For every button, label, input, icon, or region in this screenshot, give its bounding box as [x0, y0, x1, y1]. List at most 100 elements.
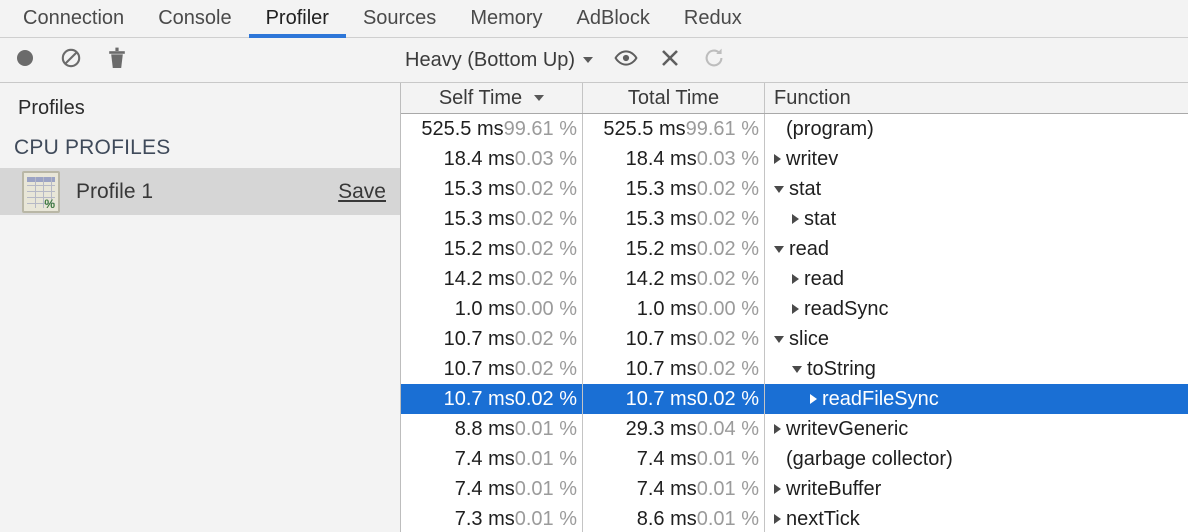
exclude-selected-button[interactable]: [655, 45, 685, 75]
cell-function: readSync: [765, 294, 1188, 324]
total-time-ms: 7.4 ms: [637, 448, 697, 471]
save-profile-link[interactable]: Save: [338, 180, 386, 204]
tab-memory[interactable]: Memory: [453, 0, 559, 37]
delete-profile-button[interactable]: [102, 45, 132, 75]
table-row[interactable]: 7.4 ms0.01 %7.4 ms0.01 %writeBuffer: [401, 474, 1188, 504]
cell-total-time: 15.3 ms0.02 %: [583, 174, 765, 204]
tab-label: Redux: [684, 7, 742, 30]
restore-all-button[interactable]: [699, 45, 729, 75]
sidebar-item-profile-1[interactable]: % Profile 1 Save: [0, 168, 400, 215]
total-time-percent: 0.02 %: [697, 388, 759, 411]
cell-function: (program): [765, 114, 1188, 144]
disclosure-triangle-right-icon[interactable]: [792, 214, 799, 224]
function-name: read: [804, 268, 844, 291]
cell-function: read: [765, 234, 1188, 264]
table-row[interactable]: 10.7 ms0.02 %10.7 ms0.02 %toString: [401, 354, 1188, 384]
total-time-percent: 0.02 %: [697, 358, 759, 381]
tab-label: Connection: [23, 7, 124, 30]
cell-self-time: 1.0 ms0.00 %: [401, 294, 583, 324]
devtools-window: Connection ConsoleProfilerSourcesMemoryAd…: [0, 0, 1188, 532]
self-time-ms: 7.4 ms: [455, 478, 515, 501]
cell-self-time: 15.3 ms0.02 %: [401, 174, 583, 204]
disclosure-triangle-right-icon[interactable]: [792, 274, 799, 284]
column-header-function[interactable]: Function: [765, 83, 1188, 113]
table-row[interactable]: 14.2 ms0.02 %14.2 ms0.02 %read: [401, 264, 1188, 294]
total-time-percent: 0.01 %: [697, 448, 759, 471]
sidebar-section-cpu-profiles: CPU PROFILES: [0, 132, 400, 168]
table-row[interactable]: 18.4 ms0.03 %18.4 ms0.03 %writev: [401, 144, 1188, 174]
self-time-percent: 0.01 %: [515, 478, 577, 501]
record-button[interactable]: [10, 45, 40, 75]
table-row[interactable]: 10.7 ms0.02 %10.7 ms0.02 %readFileSync: [401, 384, 1188, 414]
table-row[interactable]: 10.7 ms0.02 %10.7 ms0.02 %slice: [401, 324, 1188, 354]
total-time-ms: 15.2 ms: [626, 238, 697, 261]
disclosure-triangle-down-icon[interactable]: [774, 336, 784, 343]
total-time-ms: 10.7 ms: [626, 358, 697, 381]
cell-total-time: 15.3 ms0.02 %: [583, 204, 765, 234]
chevron-down-icon: [583, 57, 593, 63]
sort-descending-icon: [534, 95, 544, 101]
total-time-percent: 99.61 %: [686, 118, 759, 141]
table-row[interactable]: 1.0 ms0.00 %1.0 ms0.00 %readSync: [401, 294, 1188, 324]
table-row[interactable]: 15.3 ms0.02 %15.3 ms0.02 %stat: [401, 204, 1188, 234]
disclosure-triangle-right-icon[interactable]: [774, 514, 781, 524]
view-mode-dropdown[interactable]: Heavy (Bottom Up): [405, 49, 593, 72]
disclosure-triangle-down-icon[interactable]: [792, 366, 802, 373]
total-time-ms: 15.3 ms: [626, 208, 697, 231]
profile-data-grid: Self Time Total Time Function 525.5 ms99…: [401, 83, 1188, 532]
disclosure-triangle-right-icon[interactable]: [774, 154, 781, 164]
self-time-ms: 10.7 ms: [444, 388, 515, 411]
self-time-header-label: Self Time: [439, 87, 522, 110]
table-row[interactable]: 15.2 ms0.02 %15.2 ms0.02 %read: [401, 234, 1188, 264]
tab-connection[interactable]: Connection: [6, 0, 141, 37]
tab-profiler[interactable]: Profiler: [249, 0, 346, 37]
toolbar-right-icons: [611, 45, 729, 75]
cell-total-time: 18.4 ms0.03 %: [583, 144, 765, 174]
function-name: (garbage collector): [786, 448, 953, 471]
disclosure-triangle-down-icon[interactable]: [774, 246, 784, 253]
disclosure-triangle-down-icon[interactable]: [774, 186, 784, 193]
cell-self-time: 15.2 ms0.02 %: [401, 234, 583, 264]
cell-total-time: 8.6 ms0.01 %: [583, 504, 765, 532]
cell-function: nextTick: [765, 504, 1188, 532]
cell-function: writev: [765, 144, 1188, 174]
trash-icon: [107, 47, 127, 74]
column-header-total-time[interactable]: Total Time: [583, 83, 765, 113]
percent-glyph: %: [44, 198, 55, 210]
function-name: writev: [786, 148, 838, 171]
tab-console[interactable]: Console: [141, 0, 248, 37]
cell-function: read: [765, 264, 1188, 294]
view-mode-label: Heavy (Bottom Up): [405, 49, 575, 72]
table-row[interactable]: 8.8 ms0.01 %29.3 ms0.04 %writevGeneric: [401, 414, 1188, 444]
function-name: (program): [786, 118, 874, 141]
disclosure-triangle-right-icon[interactable]: [792, 304, 799, 314]
disclosure-triangle-right-icon[interactable]: [774, 484, 781, 494]
column-header-self-time[interactable]: Self Time: [401, 83, 583, 113]
disclosure-triangle-right-icon[interactable]: [774, 424, 781, 434]
table-row[interactable]: 7.4 ms0.01 %7.4 ms0.01 %(garbage collect…: [401, 444, 1188, 474]
disclosure-triangle-right-icon[interactable]: [810, 394, 817, 404]
self-time-percent: 99.61 %: [504, 118, 577, 141]
self-time-ms: 1.0 ms: [455, 298, 515, 321]
tab-adblock[interactable]: AdBlock: [560, 0, 667, 37]
total-time-ms: 525.5 ms: [603, 118, 685, 141]
cell-self-time: 8.8 ms0.01 %: [401, 414, 583, 444]
tab-sources[interactable]: Sources: [346, 0, 453, 37]
table-row[interactable]: 525.5 ms99.61 %525.5 ms99.61 %(program): [401, 114, 1188, 144]
sidebar-title: Profiles: [0, 83, 400, 132]
self-time-percent: 0.01 %: [515, 448, 577, 471]
cell-self-time: 10.7 ms0.02 %: [401, 384, 583, 414]
cell-total-time: 15.2 ms0.02 %: [583, 234, 765, 264]
self-time-ms: 8.8 ms: [455, 418, 515, 441]
cell-function: slice: [765, 324, 1188, 354]
tab-redux[interactable]: Redux: [667, 0, 759, 37]
clear-button[interactable]: [56, 45, 86, 75]
cell-self-time: 525.5 ms99.61 %: [401, 114, 583, 144]
cell-self-time: 14.2 ms0.02 %: [401, 264, 583, 294]
focus-selected-button[interactable]: [611, 45, 641, 75]
table-row[interactable]: 7.3 ms0.01 %8.6 ms0.01 %nextTick: [401, 504, 1188, 532]
total-time-ms: 8.6 ms: [637, 508, 697, 531]
cell-self-time: 7.4 ms0.01 %: [401, 444, 583, 474]
cell-function: writeBuffer: [765, 474, 1188, 504]
table-row[interactable]: 15.3 ms0.02 %15.3 ms0.02 %stat: [401, 174, 1188, 204]
